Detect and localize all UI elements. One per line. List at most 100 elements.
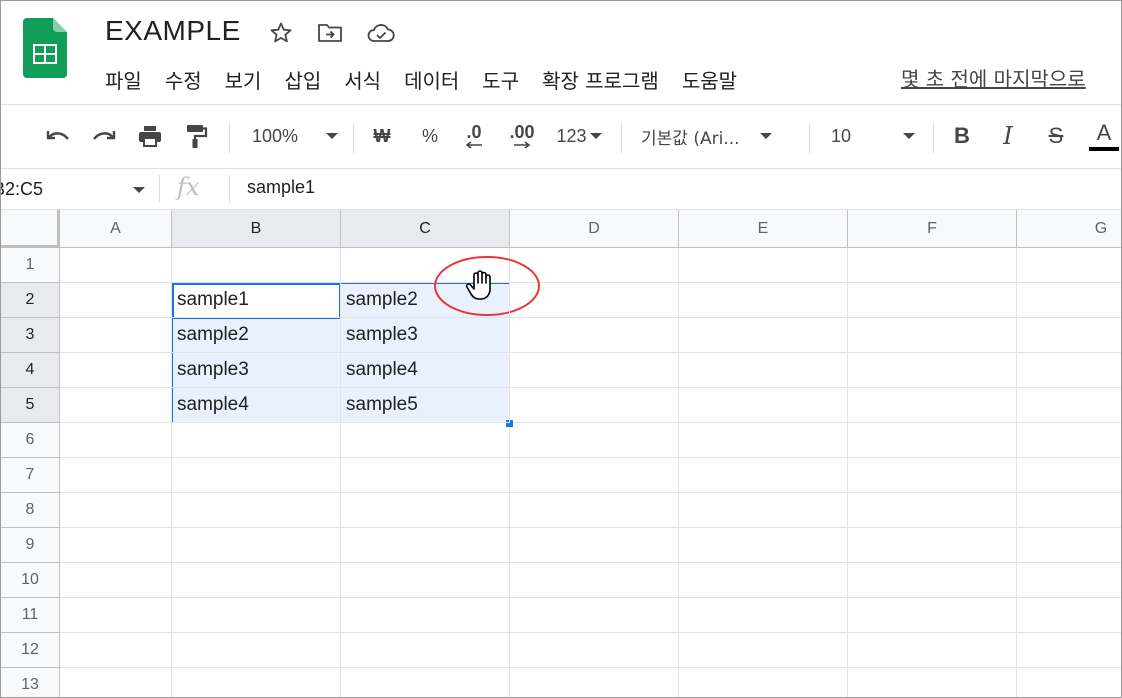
- formula-input[interactable]: sample1: [247, 177, 315, 198]
- cell-c11[interactable]: [341, 598, 510, 633]
- cell-f6[interactable]: [848, 423, 1017, 458]
- cell-d7[interactable]: [510, 458, 679, 493]
- column-header-c[interactable]: C: [341, 210, 510, 248]
- cell-f11[interactable]: [848, 598, 1017, 633]
- cell-d4[interactable]: [510, 353, 679, 388]
- column-header-d[interactable]: D: [510, 210, 679, 248]
- document-title[interactable]: EXAMPLE: [105, 15, 241, 47]
- cell-b3[interactable]: sample2: [172, 318, 341, 353]
- cell-a10[interactable]: [60, 563, 172, 598]
- cell-e8[interactable]: [679, 493, 848, 528]
- cell-c2[interactable]: sample2: [341, 283, 510, 318]
- cell-a8[interactable]: [60, 493, 172, 528]
- cell-c9[interactable]: [341, 528, 510, 563]
- cell-f10[interactable]: [848, 563, 1017, 598]
- cell-d6[interactable]: [510, 423, 679, 458]
- cell-e3[interactable]: [679, 318, 848, 353]
- cell-c5[interactable]: sample5: [341, 388, 510, 423]
- row-header-3[interactable]: 3: [1, 318, 60, 353]
- cell-b12[interactable]: [172, 633, 341, 668]
- cell-a6[interactable]: [60, 423, 172, 458]
- cell-f12[interactable]: [848, 633, 1017, 668]
- cell-c10[interactable]: [341, 563, 510, 598]
- paint-format-icon[interactable]: [181, 119, 211, 153]
- strikethrough-button[interactable]: S: [1041, 119, 1071, 153]
- font-size-select[interactable]: 10: [831, 119, 921, 153]
- menu-extensions[interactable]: 확장 프로그램: [542, 65, 659, 94]
- cell-g2[interactable]: [1017, 283, 1121, 318]
- cell-g9[interactable]: [1017, 528, 1121, 563]
- cell-e10[interactable]: [679, 563, 848, 598]
- percent-format-button[interactable]: %: [415, 119, 445, 153]
- cell-g5[interactable]: [1017, 388, 1121, 423]
- cell-f8[interactable]: [848, 493, 1017, 528]
- column-header-a[interactable]: A: [60, 210, 172, 248]
- last-edit-link[interactable]: 몇 초 전에 마지막으로: [901, 63, 1086, 92]
- menu-help[interactable]: 도움말: [682, 65, 737, 94]
- text-color-button[interactable]: A: [1089, 119, 1119, 153]
- cell-b4[interactable]: sample3: [172, 353, 341, 388]
- row-header-6[interactable]: 6: [1, 423, 60, 458]
- cell-e9[interactable]: [679, 528, 848, 563]
- menu-view[interactable]: 보기: [225, 65, 262, 94]
- bold-button[interactable]: B: [947, 119, 977, 153]
- font-family-select[interactable]: 기본값 (Ari...: [641, 119, 795, 153]
- cell-g10[interactable]: [1017, 563, 1121, 598]
- undo-icon[interactable]: [43, 119, 73, 153]
- cell-b7[interactable]: [172, 458, 341, 493]
- cell-b11[interactable]: [172, 598, 341, 633]
- cell-f3[interactable]: [848, 318, 1017, 353]
- cell-c6[interactable]: [341, 423, 510, 458]
- number-format-select[interactable]: 123: [551, 119, 607, 153]
- cell-e2[interactable]: [679, 283, 848, 318]
- cell-d13[interactable]: [510, 668, 679, 697]
- column-header-f[interactable]: F: [848, 210, 1017, 248]
- cell-b5[interactable]: sample4: [172, 388, 341, 423]
- cell-g12[interactable]: [1017, 633, 1121, 668]
- zoom-select[interactable]: 100%: [247, 119, 343, 153]
- cell-g13[interactable]: [1017, 668, 1121, 697]
- cell-d10[interactable]: [510, 563, 679, 598]
- cell-a1[interactable]: [60, 248, 172, 283]
- cell-a2[interactable]: [60, 283, 172, 318]
- row-header-10[interactable]: 10: [1, 563, 60, 598]
- menu-insert[interactable]: 삽입: [284, 65, 321, 94]
- cell-a4[interactable]: [60, 353, 172, 388]
- sheets-logo-icon[interactable]: [23, 18, 67, 78]
- cell-g3[interactable]: [1017, 318, 1121, 353]
- cell-c8[interactable]: [341, 493, 510, 528]
- cell-f9[interactable]: [848, 528, 1017, 563]
- cell-f2[interactable]: [848, 283, 1017, 318]
- increase-decimal-button[interactable]: .00: [503, 119, 541, 153]
- cell-b9[interactable]: [172, 528, 341, 563]
- cell-e1[interactable]: [679, 248, 848, 283]
- cell-b10[interactable]: [172, 563, 341, 598]
- cell-a9[interactable]: [60, 528, 172, 563]
- cell-f7[interactable]: [848, 458, 1017, 493]
- row-header-9[interactable]: 9: [1, 528, 60, 563]
- cell-f13[interactable]: [848, 668, 1017, 697]
- cell-e11[interactable]: [679, 598, 848, 633]
- cell-c13[interactable]: [341, 668, 510, 697]
- cell-a3[interactable]: [60, 318, 172, 353]
- cell-g1[interactable]: [1017, 248, 1121, 283]
- row-header-12[interactable]: 12: [1, 633, 60, 668]
- cell-c7[interactable]: [341, 458, 510, 493]
- cell-a5[interactable]: [60, 388, 172, 423]
- cell-e4[interactable]: [679, 353, 848, 388]
- row-header-11[interactable]: 11: [1, 598, 60, 633]
- currency-format-button[interactable]: ₩: [367, 119, 397, 153]
- cell-d5[interactable]: [510, 388, 679, 423]
- cell-g7[interactable]: [1017, 458, 1121, 493]
- cell-e13[interactable]: [679, 668, 848, 697]
- cell-d11[interactable]: [510, 598, 679, 633]
- column-header-e[interactable]: E: [679, 210, 848, 248]
- cell-f4[interactable]: [848, 353, 1017, 388]
- italic-button[interactable]: I: [993, 119, 1023, 153]
- cell-a7[interactable]: [60, 458, 172, 493]
- cell-d8[interactable]: [510, 493, 679, 528]
- cell-a11[interactable]: [60, 598, 172, 633]
- cell-d3[interactable]: [510, 318, 679, 353]
- cell-d12[interactable]: [510, 633, 679, 668]
- redo-icon[interactable]: [89, 119, 119, 153]
